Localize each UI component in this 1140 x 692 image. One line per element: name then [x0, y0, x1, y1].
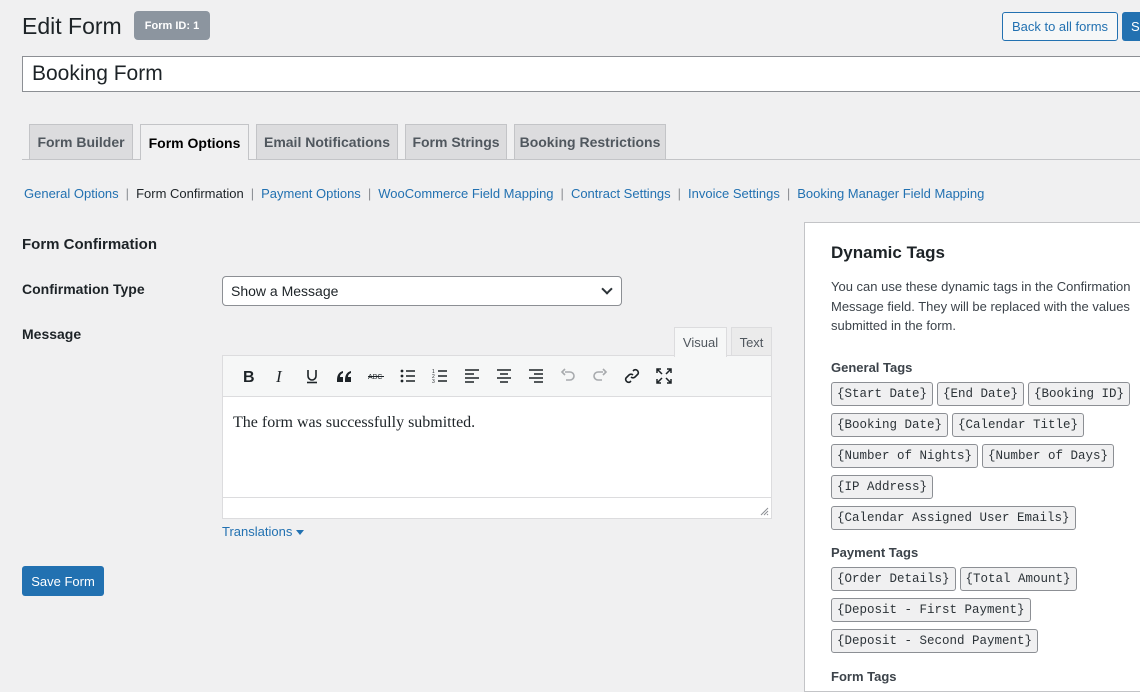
strikethrough-icon[interactable]: ABC [360, 361, 392, 391]
tab-booking-restrictions[interactable]: Booking Restrictions [514, 124, 666, 159]
dynamic-tag[interactable]: {Booking Date} [831, 413, 949, 437]
subnav-separator: | [125, 186, 130, 201]
chevron-down-icon [601, 283, 613, 295]
svg-text:3: 3 [432, 379, 435, 385]
editor-statusbar [223, 497, 771, 518]
subnav-booking-manager-field-mapping[interactable]: Booking Manager Field Mapping [797, 186, 984, 201]
align-right-icon[interactable] [520, 361, 552, 391]
align-center-icon[interactable] [488, 361, 520, 391]
confirmation-type-select[interactable]: Show a Message [222, 276, 622, 306]
svg-text:B: B [243, 369, 255, 385]
translations-link[interactable]: Translations [222, 524, 305, 539]
back-to-all-forms-button[interactable]: Back to all forms [1002, 12, 1118, 41]
tab-form-options[interactable]: Form Options [140, 124, 249, 160]
form-title-input[interactable] [22, 56, 1140, 92]
caret-down-icon [296, 529, 305, 535]
bullet-list-icon[interactable] [392, 361, 424, 391]
dynamic-tag[interactable]: {Booking ID} [1028, 382, 1131, 406]
section-title: Form Confirmation [22, 236, 157, 253]
dynamic-tag[interactable]: {Calendar Assigned User Emails} [831, 506, 1076, 530]
subnav-separator: | [250, 186, 255, 201]
resize-handle-icon[interactable] [760, 507, 769, 516]
save-form-button[interactable]: Save Form [22, 566, 104, 596]
subnav-separator: | [677, 186, 682, 201]
dynamic-tag[interactable]: {End Date} [937, 382, 1025, 406]
svg-text:ABC: ABC [368, 374, 382, 381]
redo-icon[interactable] [584, 361, 616, 391]
svg-text:I: I [275, 367, 283, 385]
dynamic-tags-panel: Dynamic Tags You can use these dynamic t… [804, 222, 1140, 692]
dynamic-tag[interactable]: {Total Amount} [959, 567, 1077, 591]
page-title: Edit Form [22, 13, 122, 39]
fullscreen-icon[interactable] [648, 361, 680, 391]
subnav-woocommerce-field-mapping[interactable]: WooCommerce Field Mapping [378, 186, 553, 201]
form-id-badge: Form ID: 1 [134, 11, 210, 40]
subnav-separator: | [560, 186, 564, 201]
subnav-payment-options[interactable]: Payment Options [261, 186, 361, 201]
bold-icon[interactable]: B [232, 361, 264, 391]
panel-description: You can use these dynamic tags in the Co… [831, 279, 1131, 333]
general-tags-title: General Tags [831, 360, 913, 375]
form-tags-title: Form Tags [831, 669, 897, 684]
subnav-general-options[interactable]: General Options [24, 186, 119, 201]
dynamic-tag[interactable]: {Calendar Title} [952, 413, 1085, 437]
tab-form-builder[interactable]: Form Builder [29, 124, 133, 159]
dynamic-tag[interactable]: {Number of Days} [982, 444, 1115, 468]
confirmation-type-label: Confirmation Type [22, 281, 145, 297]
subnav: General Options | Form Confirmation | Pa… [24, 186, 984, 201]
subnav-contract-settings[interactable]: Contract Settings [571, 186, 671, 201]
subnav-invoice-settings[interactable]: Invoice Settings [688, 186, 780, 201]
message-editor[interactable]: B I ABC 123 The form was successfully su… [222, 355, 772, 519]
underline-icon[interactable] [296, 361, 328, 391]
align-left-icon[interactable] [456, 361, 488, 391]
translations-label: Translations [222, 524, 293, 539]
dynamic-tag[interactable]: {Deposit - First Payment} [831, 598, 1031, 622]
save-top-button[interactable]: S [1122, 12, 1140, 41]
subnav-separator: | [367, 186, 372, 201]
subnav-form-confirmation[interactable]: Form Confirmation [136, 186, 244, 201]
dynamic-tag[interactable]: {Start Date} [831, 382, 934, 406]
message-label: Message [22, 326, 82, 342]
confirmation-type-value: Show a Message [231, 283, 339, 299]
editor-content[interactable]: The form was successfully submitted. [233, 414, 475, 432]
tab-form-strings[interactable]: Form Strings [405, 124, 507, 159]
link-icon[interactable] [616, 361, 648, 391]
editor-tab-visual[interactable]: Visual [674, 327, 727, 357]
dynamic-tag[interactable]: {IP Address} [831, 475, 934, 499]
dynamic-tag[interactable]: {Deposit - Second Payment} [831, 629, 1039, 653]
tab-email-notifications[interactable]: Email Notifications [256, 124, 398, 159]
subnav-separator: | [786, 186, 791, 201]
italic-icon[interactable]: I [264, 361, 296, 391]
general-tags-list: {Start Date} {End Date} {Booking ID} {Bo… [831, 382, 1140, 530]
payment-tags-title: Payment Tags [831, 545, 919, 560]
panel-title: Dynamic Tags [831, 243, 946, 262]
undo-icon[interactable] [552, 361, 584, 391]
blockquote-icon[interactable] [328, 361, 360, 391]
dynamic-tag[interactable]: {Order Details} [831, 567, 956, 591]
numbered-list-icon[interactable]: 123 [424, 361, 456, 391]
editor-tab-text[interactable]: Text [731, 327, 772, 356]
payment-tags-list: {Order Details} {Total Amount} {Deposit … [831, 567, 1140, 653]
editor-toolbar: B I ABC 123 [223, 356, 771, 397]
dynamic-tag[interactable]: {Number of Nights} [831, 444, 979, 468]
